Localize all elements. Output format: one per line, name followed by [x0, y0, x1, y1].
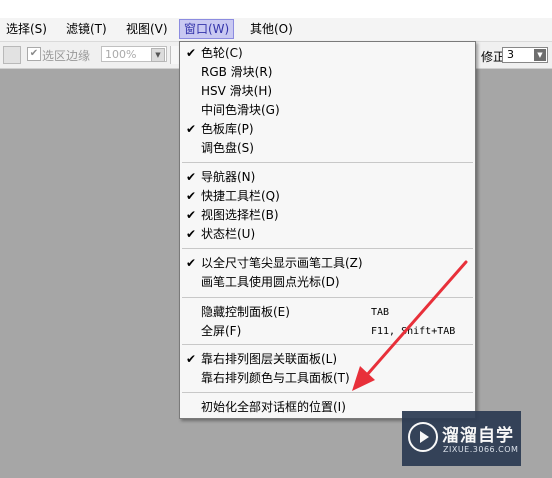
- menu-item-label: 初始化全部对话框的位置(I): [201, 400, 346, 414]
- menu-item-label: 隐藏控制面板(E): [201, 305, 290, 319]
- menu-separator: [182, 392, 473, 393]
- watermark-url: ZIXUE.3066.COM: [443, 445, 519, 454]
- correction-select[interactable]: 3 ▼: [502, 47, 548, 63]
- play-logo-icon: [408, 422, 438, 452]
- menu-item-label: 调色盘(S): [201, 141, 254, 155]
- check-icon: ✔: [186, 208, 197, 222]
- menu-item-view-selector[interactable]: ✔ 视图选择栏(B): [180, 206, 475, 225]
- chevron-down-icon[interactable]: ▼: [151, 48, 165, 62]
- menu-item-dock-layer-panels[interactable]: ✔ 靠右排列图层关联面板(L): [180, 350, 475, 369]
- menu-item-status-bar[interactable]: ✔ 状态栏(U): [180, 225, 475, 244]
- selection-edge-label: 选区边缘: [42, 49, 91, 63]
- check-icon: ✔: [186, 227, 197, 241]
- menu-item-palette[interactable]: 调色盘(S): [180, 139, 475, 158]
- chevron-down-icon[interactable]: ▼: [534, 49, 546, 61]
- menu-item-label: RGB 滑块(R): [201, 65, 273, 79]
- menu-item-hide-panels[interactable]: 隐藏控制面板(E) TAB: [180, 303, 475, 322]
- check-icon: ✔: [186, 256, 197, 270]
- menu-separator: [182, 248, 473, 249]
- watermark: 溜溜自学 ZIXUE.3066.COM: [402, 411, 521, 466]
- menu-view[interactable]: 视图(V): [122, 20, 172, 38]
- check-icon: ✔: [186, 352, 197, 366]
- menu-item-label: 以全尺寸笔尖显示画笔工具(Z): [201, 256, 363, 270]
- toolbar-divider: [170, 46, 179, 64]
- menu-item-shortcut: TAB: [371, 307, 390, 318]
- menu-item-midtone-slider[interactable]: 中间色滑块(G): [180, 101, 475, 120]
- check-icon: ✔: [186, 170, 197, 184]
- menu-filter[interactable]: 滤镜(T): [62, 20, 111, 38]
- menu-item-navigator[interactable]: ✔ 导航器(N): [180, 168, 475, 187]
- window-menu-dropdown: ✔ 色轮(C) RGB 滑块(R) HSV 滑块(H) 中间色滑块(G) ✔ 色板库…: [179, 41, 476, 419]
- menu-item-fullscreen[interactable]: 全屏(F) F11, Shift+TAB: [180, 322, 475, 341]
- check-icon: ✔: [186, 189, 197, 203]
- menu-item-label: 视图选择栏(B): [201, 208, 279, 222]
- menu-separator: [182, 162, 473, 163]
- check-icon: ✔: [186, 122, 197, 136]
- watermark-title: 溜溜自学: [442, 426, 514, 446]
- correction-value: 3: [507, 48, 514, 61]
- menu-item-label: 靠右排列图层关联面板(L): [201, 352, 338, 366]
- zoom-combo[interactable]: 100% ▼: [101, 46, 167, 62]
- menu-window[interactable]: 窗口(W): [179, 19, 235, 39]
- menu-item-quick-toolbar[interactable]: ✔ 快捷工具栏(Q): [180, 187, 475, 206]
- menu-item-label: HSV 滑块(H): [201, 84, 273, 98]
- menu-item-label: 色板库(P): [201, 122, 254, 136]
- menu-select[interactable]: 选择(S): [2, 20, 51, 38]
- menu-bar: 选择(S) 滤镜(T) 视图(V) 窗口(W) 其他(O): [0, 18, 552, 42]
- selection-edge-checkbox[interactable]: ✔: [27, 47, 41, 61]
- check-icon: ✔: [186, 46, 197, 60]
- menu-item-dot-cursor[interactable]: 画笔工具使用圆点光标(D): [180, 273, 475, 292]
- menu-item-label: 色轮(C): [201, 46, 243, 60]
- menu-item-hsv-slider[interactable]: HSV 滑块(H): [180, 82, 475, 101]
- menu-item-swatch-library[interactable]: ✔ 色板库(P): [180, 120, 475, 139]
- menu-separator: [182, 297, 473, 298]
- menu-item-label: 靠右排列颜色与工具面板(T): [201, 371, 350, 385]
- menu-item-dock-color-panels[interactable]: 靠右排列颜色与工具面板(T): [180, 369, 475, 388]
- zoom-value: 100%: [105, 48, 137, 61]
- menu-item-label: 导航器(N): [201, 170, 256, 184]
- menu-item-label: 快捷工具栏(Q): [201, 189, 280, 203]
- menu-item-label: 状态栏(U): [201, 227, 256, 241]
- menu-item-full-size-brush[interactable]: ✔ 以全尺寸笔尖显示画笔工具(Z): [180, 254, 475, 273]
- menu-other[interactable]: 其他(O): [246, 20, 297, 38]
- play-icon: [420, 431, 429, 443]
- top-strip: [0, 0, 552, 18]
- tool-icon[interactable]: [3, 46, 21, 64]
- menu-item-label: 中间色滑块(G): [201, 103, 280, 117]
- menu-separator: [182, 344, 473, 345]
- menu-item-label: 全屏(F): [201, 324, 242, 338]
- menu-item-rgb-slider[interactable]: RGB 滑块(R): [180, 63, 475, 82]
- menu-item-label: 画笔工具使用圆点光标(D): [201, 275, 340, 289]
- menu-item-shortcut: F11, Shift+TAB: [371, 326, 456, 337]
- menu-item-color-wheel[interactable]: ✔ 色轮(C): [180, 44, 475, 63]
